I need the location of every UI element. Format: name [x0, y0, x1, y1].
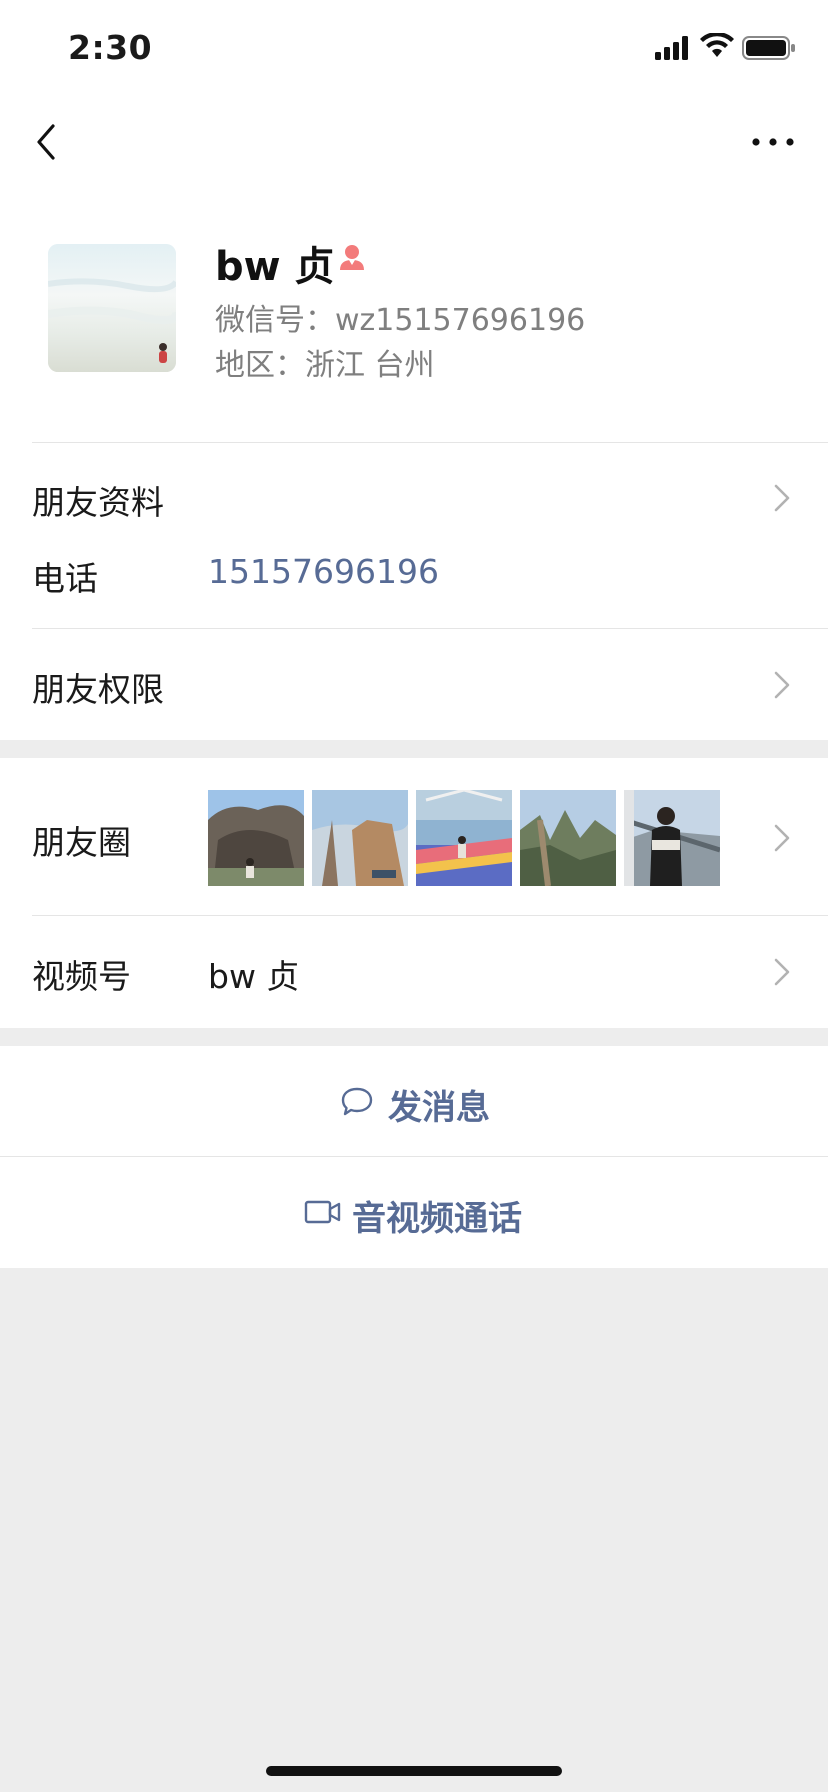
chevron-right-icon	[774, 824, 790, 852]
female-icon	[340, 245, 364, 270]
moment-thumbnail	[416, 790, 512, 886]
more-icon[interactable]	[748, 122, 798, 162]
battery-icon	[742, 36, 795, 60]
channels-row[interactable]: 视频号 bw 贞	[0, 916, 828, 1028]
chevron-right-icon	[774, 671, 790, 699]
region: 地区：浙江 台州	[215, 348, 435, 383]
send-message-label: 发消息	[388, 1088, 490, 1128]
moments-row[interactable]: 朋友圈	[0, 758, 828, 915]
moment-thumbnail	[624, 790, 720, 886]
chat-bubble-icon	[341, 1087, 373, 1116]
send-message-button[interactable]: 发消息	[0, 1046, 828, 1156]
moment-thumbnail	[520, 790, 616, 886]
status-bar: 2:30	[0, 0, 828, 100]
chevron-right-icon	[774, 484, 790, 512]
friend-permissions-row[interactable]: 朋友权限	[0, 629, 828, 740]
channels-name: bw 贞	[208, 957, 300, 996]
back-icon[interactable]	[28, 122, 68, 162]
signal-icon	[655, 36, 688, 60]
friend-info-label: 朋友资料	[32, 483, 164, 522]
avatar[interactable]	[48, 244, 176, 372]
friend-permissions-label: 朋友权限	[32, 670, 164, 709]
phone-label: 电话	[32, 559, 98, 598]
moment-thumbnail	[312, 790, 408, 886]
video-call-label: 音视频通话	[352, 1199, 522, 1239]
avatar-image	[48, 244, 176, 372]
phone-number[interactable]: 15157696196	[208, 552, 439, 591]
moment-thumbnail	[208, 790, 304, 886]
moments-list: 朋友圈 视频号 bw 贞	[0, 758, 828, 1028]
actions-panel: 发消息 音视频通话	[0, 1046, 828, 1268]
home-indicator	[266, 1766, 562, 1776]
info-list: 朋友资料 电话 15157696196 朋友权限	[0, 442, 828, 740]
moments-label: 朋友圈	[32, 823, 131, 862]
wifi-icon	[700, 33, 734, 57]
wechat-id: 微信号：wz15157696196	[215, 303, 586, 338]
nav-bar	[0, 100, 828, 182]
profile-header: bw 贞 微信号：wz15157696196 地区：浙江 台州	[0, 182, 828, 442]
channels-label: 视频号	[32, 957, 131, 996]
video-call-button[interactable]: 音视频通话	[0, 1157, 828, 1267]
chevron-right-icon	[774, 958, 790, 986]
profile-name: bw 贞	[215, 244, 335, 290]
status-time: 2:30	[68, 28, 153, 67]
video-camera-icon	[304, 1200, 341, 1224]
friend-info-row[interactable]: 朋友资料	[0, 442, 828, 552]
